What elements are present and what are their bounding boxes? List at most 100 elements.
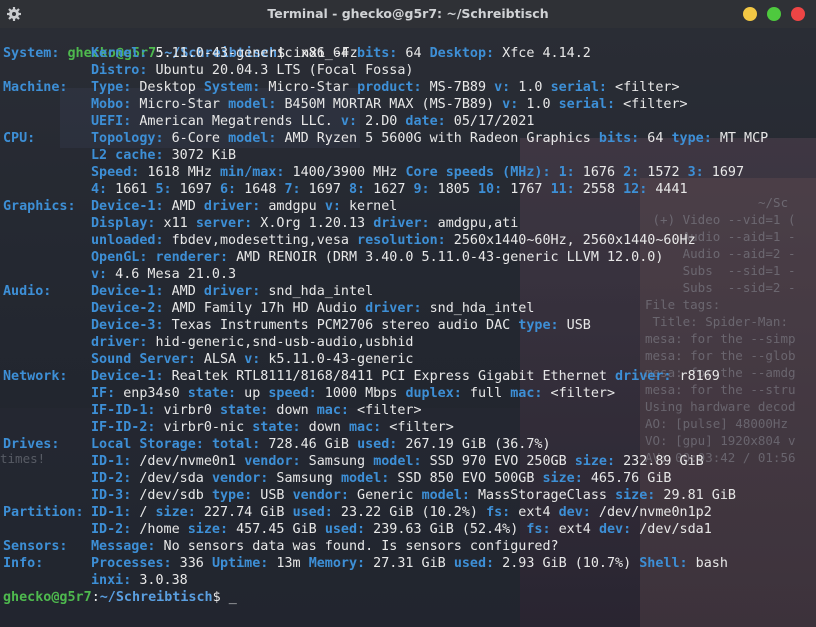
field-key: server: <box>195 216 253 231</box>
terminal-area[interactable]: ~/Sc (+) Video --vid=1 ( Audio --aid=1 -… <box>0 28 816 627</box>
field-value: 1.0 <box>518 97 559 112</box>
output-line-network: IF-ID-2: virbr0-nic state: down mac: <fi… <box>91 419 454 436</box>
field-value: hid-generic,snd-usb-audio,usbhid <box>147 335 414 350</box>
field-key: resolution: <box>357 233 446 248</box>
field-value: AMD RENOIR (DRM 3.40.0 5.11.0-43-generic… <box>228 250 664 265</box>
field-value: Ubuntu 20.04.3 LTS (Focal Fossa) <box>147 63 414 78</box>
field-key: fs: <box>486 505 511 520</box>
field-key: UEFI: <box>91 114 132 129</box>
field-value: AMD Family 17h HD Audio <box>163 301 366 316</box>
field-key: mac: <box>510 386 543 401</box>
field-value: Desktop <box>131 80 204 95</box>
field-value: virbr0 <box>155 403 220 418</box>
field-key: Kernel: <box>91 46 148 61</box>
field-key: Device-2: <box>91 301 164 316</box>
field-key: driver: <box>91 335 148 350</box>
field-value: fbdev,modesetting,vesa <box>163 233 358 248</box>
field-value: /home <box>131 522 188 537</box>
field-value: 1676 <box>574 165 624 180</box>
field-key: product: <box>357 80 422 95</box>
field-key: duplex: <box>405 386 462 401</box>
field-value: x11 <box>155 216 196 231</box>
field-key: ID-1: <box>91 454 132 469</box>
field-value: amdgpu,ati <box>429 216 519 231</box>
field-value: <filter> <box>542 386 616 401</box>
section-header-drives: Drives: <box>3 437 60 452</box>
field-key: Message: <box>91 539 156 554</box>
prompt-line[interactable]: ghecko@g5r7:~/Schreibtisch$ _ <box>3 589 237 606</box>
field-key: Device-1: <box>91 369 164 384</box>
minimize-icon[interactable] <box>743 7 757 21</box>
background-text-line: Subs --sid=1 - <box>645 263 796 278</box>
field-key: 1: <box>558 165 575 180</box>
field-key: used: <box>357 437 398 452</box>
field-value: 27.31 GiB <box>365 556 454 571</box>
field-value: bash <box>687 556 728 571</box>
field-key: System: <box>203 80 261 95</box>
output-line-graphics: unloaded: fbdev,modesetting,vesa resolut… <box>91 232 696 249</box>
field-key: Sound Server: <box>91 352 196 367</box>
field-key: 11: <box>550 182 575 197</box>
output-line-system: Distro: Ubuntu 20.04.3 LTS (Focal Fossa) <box>91 62 413 79</box>
field-value: 1697 <box>703 165 745 180</box>
title-bar[interactable]: Terminal - ghecko@g5r7: ~/Schreibtisch <box>0 0 816 29</box>
field-value: 239.63 GiB (52.4%) <box>365 522 527 537</box>
field-key: Desktop: <box>429 46 495 61</box>
field-value: AMD <box>163 199 204 214</box>
field-key: Local Storage: <box>91 437 204 452</box>
field-value: 465.76 GiB <box>582 471 672 486</box>
field-value: Micro-Star <box>260 80 358 95</box>
background-text-line: Using hardware decod <box>645 399 796 414</box>
output-line-graphics: v: 4.6 Mesa 21.0.3 <box>91 266 236 283</box>
field-key: 8: <box>349 182 366 197</box>
maximize-icon[interactable] <box>767 7 781 21</box>
field-key: ID-2: <box>91 471 132 486</box>
section-header-network: Network: <box>3 369 68 384</box>
field-key: model: <box>228 131 277 146</box>
section-header-system: System: <box>3 46 60 61</box>
output-line-cpu: L2 cache: 3072 KiB <box>91 147 236 164</box>
output-line-cpu: Topology: 6-Core model: AMD Ryzen 5 5600… <box>91 130 768 147</box>
output-line-system: Kernel: 5.11.0-43-generic x86_64 bits: 6… <box>91 45 591 62</box>
field-value: SSD 850 EVO 500GB <box>389 471 543 486</box>
field-key: model: <box>373 454 422 469</box>
field-value: USB <box>558 318 591 333</box>
field-key: mac: <box>316 403 349 418</box>
field-key: type: <box>211 488 253 503</box>
section-header-cpu: CPU: <box>3 131 36 146</box>
field-value: 267.19 GiB (36.7%) <box>397 437 551 452</box>
background-text-line: File tags: <box>645 297 721 312</box>
field-value: 227.74 GiB <box>195 505 293 520</box>
field-value: up <box>236 386 269 401</box>
field-value: 1648 <box>236 182 285 197</box>
field-key: Device-1: <box>91 284 164 299</box>
output-line-audio: driver: hid-generic,snd-usb-audio,usbhid <box>91 334 413 351</box>
field-key: ID-1: <box>91 505 132 520</box>
field-value <box>147 250 155 265</box>
field-key: Core speeds (MHz): <box>405 165 551 180</box>
field-key: v: <box>244 352 261 367</box>
field-key: v: <box>494 80 511 95</box>
field-value: <filter> <box>349 403 422 418</box>
field-value: 1400/3900 MHz <box>284 165 406 180</box>
field-key: used: <box>453 556 495 571</box>
field-key: Memory: <box>308 556 366 571</box>
field-key: state: <box>220 403 269 418</box>
field-key: size: <box>574 454 616 469</box>
field-value: Texas Instruments PCM2706 stereo audio D… <box>163 318 519 333</box>
field-value: MS-7B89 <box>421 80 495 95</box>
close-icon[interactable] <box>791 7 805 21</box>
output-line-network: IF: enp34s0 state: up speed: 1000 Mbps d… <box>91 385 615 402</box>
field-key: size: <box>187 522 229 537</box>
field-key: vendor: <box>292 488 349 503</box>
field-value: kernel <box>340 199 398 214</box>
field-key: Distro: <box>91 63 148 78</box>
field-key: total: <box>211 437 261 452</box>
output-line-network: IF-ID-1: virbr0 state: down mac: <filter… <box>91 402 422 419</box>
field-key: 6: <box>220 182 237 197</box>
section-header-machine: Machine: <box>3 80 68 95</box>
output-line-network: Device-1: Realtek RTL8111/8168/8411 PCI … <box>91 368 720 385</box>
field-value: 29.81 GiB <box>655 488 736 503</box>
field-key: model: <box>421 488 470 503</box>
field-key: driver: <box>203 199 261 214</box>
